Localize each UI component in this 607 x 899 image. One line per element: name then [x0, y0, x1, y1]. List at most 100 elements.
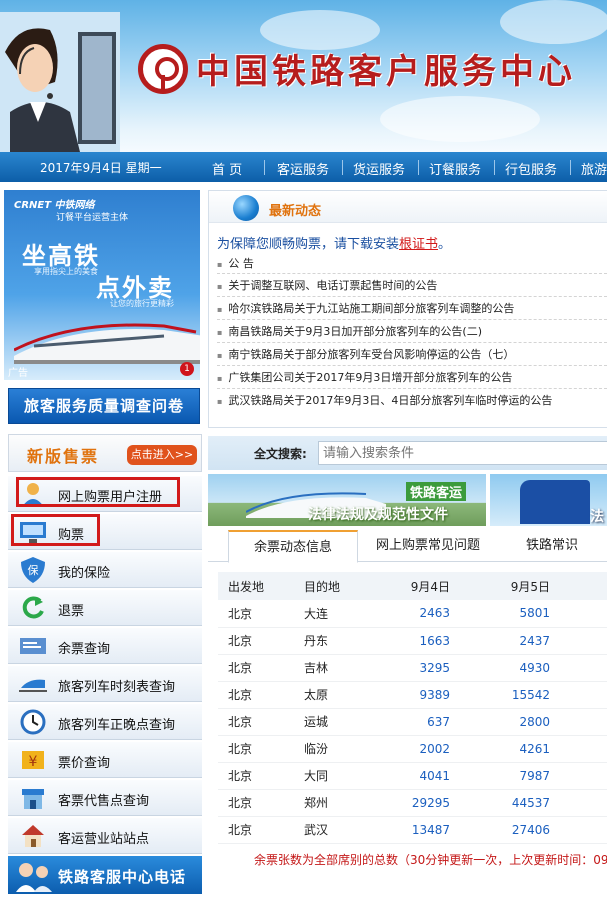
root-cert-link[interactable]: 根证书 [399, 237, 438, 252]
takeout-ad-banner[interactable]: CRNET 中铁网络 订餐平台运营主体 坐高铁 享用指尖上的美食 点外卖 让您的… [4, 190, 200, 380]
news-divider [217, 273, 607, 274]
news-divider [217, 319, 607, 320]
table-row: 北京 丹东 1663 2437 [218, 627, 607, 655]
remaining-tickets-icon [16, 632, 50, 660]
to-cell: 郑州 [294, 789, 370, 817]
main-nav: 2017年9月4日 星期一 首 页 客运服务 货运服务 订餐服务 行包服务 旅游 [0, 152, 607, 182]
table-row: 北京 太原 9389 15542 [218, 681, 607, 709]
sep5-count[interactable]: 2800 [460, 708, 560, 736]
sep4-count[interactable]: 3295 [370, 654, 460, 682]
sep4-count[interactable]: 1663 [370, 627, 460, 655]
from-cell: 北京 [218, 816, 294, 844]
secondary-banner[interactable]: 法 [490, 474, 607, 526]
nav-passenger-service[interactable]: 客运服务 [277, 159, 329, 178]
news-item[interactable]: 哈尔滨铁路局关于九江站施工期间部分旅客列车调整的公告 [217, 300, 514, 316]
train-schedule-icon [16, 670, 50, 698]
banner-laws-text: 法律法规及规范性文件 [308, 507, 448, 523]
cert-notice: 为保障您顺畅购票，请下载安装根证书。 [217, 233, 451, 252]
sep4-count[interactable]: 2002 [370, 735, 460, 763]
from-cell: 北京 [218, 681, 294, 709]
banner-railway-passenger: 铁路客运 [406, 482, 467, 501]
news-item[interactable]: 广铁集团公司关于2017年9月3日增开部分旅客列车的公告 [217, 369, 512, 385]
menu-label: 旅客列车正晚点查询 [58, 718, 176, 733]
sep4-count[interactable]: 2463 [370, 600, 460, 628]
laws-regulations-banner[interactable]: 铁路客运 法律法规及规范性文件 [208, 474, 486, 526]
sep5-count[interactable]: 2437 [460, 627, 560, 655]
news-item[interactable]: 关于调整互联网、电话订票起售时间的公告 [217, 277, 437, 293]
sep5-count[interactable]: 44537 [460, 789, 560, 817]
sep5-count[interactable]: 7987 [460, 762, 560, 790]
to-cell: 丹东 [294, 627, 370, 655]
menu-item-delay-query[interactable]: 旅客列车正晚点查询 [8, 704, 202, 740]
customer-service-hotline-banner[interactable]: 铁路客服中心电话 [8, 856, 202, 894]
sep5-count[interactable]: 15542 [460, 681, 560, 709]
new-ticketing-banner[interactable]: 新版售票 点击进入>> [8, 434, 202, 472]
menu-label: 客票代售点查询 [58, 794, 150, 809]
sep4-count[interactable]: 29295 [370, 789, 460, 817]
tab-remaining-tickets[interactable]: 余票动态信息 [228, 530, 358, 563]
ad-page-indicator[interactable]: 1 [180, 362, 194, 376]
row-extra-cell [560, 708, 607, 736]
table-row: 北京 郑州 29295 44537 [218, 789, 607, 817]
news-item[interactable]: 南昌铁路局关于9月3日加开部分旅客列车的公告(二) [217, 323, 482, 339]
col-from: 出发地 [218, 572, 294, 600]
nav-freight-service[interactable]: 货运服务 [353, 159, 405, 178]
electric-train-image [520, 480, 590, 524]
row-extra-cell [560, 654, 607, 682]
ad-brand: CRNET 中铁网络 [14, 200, 95, 211]
menu-item-insurance[interactable]: 保 我的保险 [8, 552, 202, 588]
to-cell: 临汾 [294, 735, 370, 763]
menu-item-timetable[interactable]: 旅客列车时刻表查询 [8, 666, 202, 702]
to-cell: 吉林 [294, 654, 370, 682]
news-item[interactable]: 武汉铁路局关于2017年9月3日、4日部分旅客列车临时停运的公告 [217, 392, 552, 408]
col-extra [560, 572, 607, 600]
enter-ticketing-button[interactable]: 点击进入>> [127, 445, 197, 465]
sep4-count[interactable]: 9389 [370, 681, 460, 709]
news-item[interactable]: 南宁铁路局关于部分旅客列车受台风影响停运的公告（七） [217, 346, 514, 362]
menu-item-price-query[interactable]: ¥ 票价查询 [8, 742, 202, 778]
from-cell: 北京 [218, 654, 294, 682]
to-cell: 大连 [294, 600, 370, 628]
current-date: 2017年9月4日 星期一 [40, 161, 162, 175]
from-cell: 北京 [218, 600, 294, 628]
tab-railway-knowledge[interactable]: 铁路常识 [502, 530, 602, 562]
sep4-count[interactable]: 637 [370, 708, 460, 736]
ad-tagline: 订餐平台运营主体 [56, 213, 129, 223]
nav-luggage-service[interactable]: 行包服务 [505, 159, 557, 178]
search-input[interactable] [318, 441, 607, 465]
nav-travel[interactable]: 旅游 [581, 159, 607, 178]
tab-faq[interactable]: 网上购票常见问题 [360, 530, 496, 562]
menu-item-agency-query[interactable]: 客票代售点查询 [8, 780, 202, 816]
bullet-train-image [14, 323, 200, 364]
sep5-count[interactable]: 5801 [460, 600, 560, 628]
menu-label: 退票 [58, 604, 85, 619]
news-header: 最新动态 [209, 191, 607, 223]
sep5-count[interactable]: 4261 [460, 735, 560, 763]
nav-divider [342, 160, 343, 175]
nav-home[interactable]: 首 页 [212, 159, 242, 178]
sep5-count[interactable]: 27406 [460, 816, 560, 844]
menu-item-stations[interactable]: 客运营业站站点 [8, 818, 202, 854]
row-extra-cell [560, 627, 607, 655]
menu-item-remaining-tickets[interactable]: 余票查询 [8, 628, 202, 664]
sep4-count[interactable]: 4041 [370, 762, 460, 790]
news-item-announcement[interactable]: 公 告 [217, 255, 254, 271]
nav-divider [418, 160, 419, 175]
row-extra-cell [560, 681, 607, 709]
row-extra-cell [560, 735, 607, 763]
table-header-row: 出发地 目的地 9月4日 9月5日 [218, 572, 607, 600]
customer-service-agent-image [0, 12, 120, 152]
news-divider [217, 296, 607, 297]
menu-label: 我的保险 [58, 566, 111, 581]
sep5-count[interactable]: 4930 [460, 654, 560, 682]
menu-item-refund[interactable]: 退票 [8, 590, 202, 626]
site-title: 中国铁路客户服务中心 [196, 52, 576, 92]
service-quality-survey-button[interactable]: 旅客服务质量调查问卷 [8, 388, 200, 424]
table-row: 北京 运城 637 2800 [218, 708, 607, 736]
sep4-count[interactable]: 13487 [370, 816, 460, 844]
svg-text:保: 保 [28, 563, 39, 577]
cert-notice-end: 。 [438, 237, 452, 252]
railway-logo-icon[interactable] [138, 44, 188, 94]
nav-catering-service[interactable]: 订餐服务 [429, 159, 481, 178]
news-divider [217, 342, 607, 343]
